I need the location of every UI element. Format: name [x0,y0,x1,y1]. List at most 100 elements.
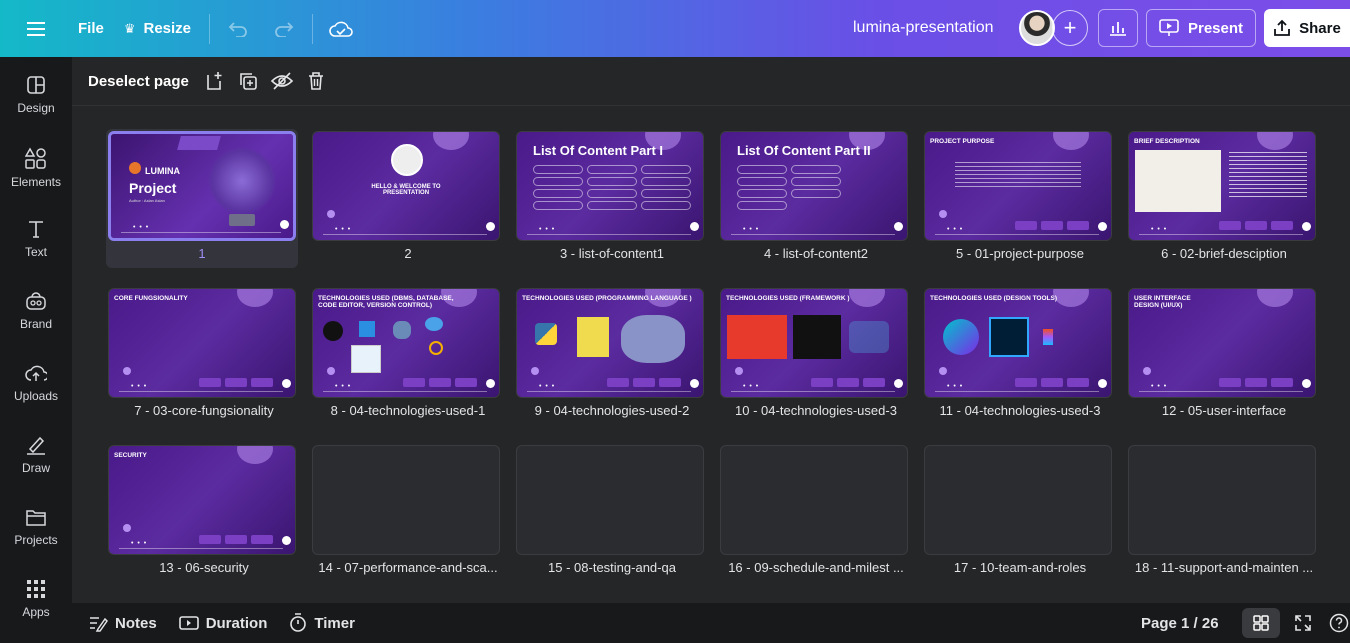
page-label[interactable]: 13 - 06-security [108,560,300,575]
slide-blob [1257,132,1293,150]
page-thumbnail[interactable]: SECURITY • • • [108,445,296,555]
codeigniter-logo-icon [793,315,841,359]
page-thumbnail[interactable]: LUMINA Project Author : Aslan Aslan • • … [108,131,296,241]
page-thumbnail[interactable]: HELLO & WELCOME TO PRESENTATION • • • [312,131,500,241]
slide-circle [1143,367,1151,375]
page-label[interactable]: 4 - list-of-content2 [720,246,912,261]
page-indicator[interactable]: Page 1 / 26 [1141,615,1219,632]
page-label[interactable]: 7 - 03-core-fungsionality [108,403,300,418]
laravel-logo-icon [727,315,787,359]
redo-icon[interactable] [264,9,304,49]
slide-nav-buttons [811,378,885,387]
slide-title: CORE FUNGSIONALITY [114,295,188,302]
page-thumbnail[interactable]: CORE FUNGSIONALITY • • • [108,288,296,398]
notes-button[interactable]: Notes [88,614,157,632]
page-label[interactable]: 12 - 05-user-interface [1128,403,1320,418]
page-thumbnail[interactable]: TECHNOLOGIES USED (FRAMEWORK ) • • • [720,288,908,398]
page-thumbnail[interactable]: PROJECT PURPOSE • • • [924,131,1112,241]
page-label[interactable]: 10 - 04-technologies-used-3 [720,403,912,418]
timer-button[interactable]: Timer [289,613,355,633]
page-label[interactable]: 2 [312,246,504,261]
page-label[interactable]: 8 - 04-technologies-used-1 [312,403,504,418]
duration-button[interactable]: Duration [178,615,267,632]
page-thumbnail-empty[interactable] [516,445,704,555]
sidebar-item-design[interactable]: Design [0,75,72,135]
help-icon[interactable] [1328,612,1350,634]
page-thumbnail-empty[interactable] [720,445,908,555]
slide-circle [327,210,335,218]
document-title[interactable]: lumina-presentation [853,19,994,37]
page-thumbnail-empty[interactable] [312,445,500,555]
page-label[interactable]: 18 - 11-support-and-mainten ... [1128,560,1320,575]
slide-line [1139,391,1303,392]
page-label[interactable]: 14 - 07-performance-and-sca... [312,560,504,575]
slide-nav-buttons [1219,378,1293,387]
page-label[interactable]: 17 - 10-team-and-roles [924,560,1116,575]
fullscreen-icon[interactable] [1292,612,1314,634]
duplicate-page-icon[interactable] [231,64,265,98]
slide-title: USER INTERFACE DESIGN (UI/UX) [1134,295,1191,310]
delete-page-icon[interactable] [299,64,333,98]
canva-logo-icon [943,319,979,355]
sidebar-item-draw[interactable]: Draw [0,435,72,495]
page-label[interactable]: 9 - 04-technologies-used-2 [516,403,708,418]
cloud-saved-icon[interactable] [321,9,361,49]
resize-button[interactable]: ♛ Resize [114,9,201,49]
page-label[interactable]: 5 - 01-project-purpose [924,246,1116,261]
slide-circle [123,524,131,532]
page-label[interactable]: 3 - list-of-content1 [516,246,708,261]
page-thumbnail[interactable]: USER INTERFACE DESIGN (UI/UX) • • • [1128,288,1316,398]
page-thumbnail[interactable]: BRIEF DESCRIPTION • • • [1128,131,1316,241]
page-label[interactable]: 11 - 04-technologies-used-3 [924,403,1116,418]
timer-label: Timer [314,614,355,632]
sidebar-item-elements[interactable]: Elements [0,147,72,207]
slide-title: TECHNOLOGIES USED (PROGRAMMING LANGUAGE … [522,295,692,302]
page-label[interactable]: 1 [106,246,298,261]
presenter-photo [391,144,423,176]
page-thumbnail[interactable]: List Of Content Part I • • • [516,131,704,241]
file-menu-button[interactable]: File [68,9,114,49]
bulb-base [229,214,255,226]
grid-view-icon[interactable] [1242,608,1280,638]
page-label[interactable]: 16 - 09-schedule-and-milest ... [720,560,912,575]
slide-dots: • • • [131,540,148,547]
sidebar-item-apps[interactable]: Apps [0,579,72,639]
top-toolbar: File ♛ Resize lumina-presentation + Pres… [0,0,1350,57]
undo-icon[interactable] [218,9,258,49]
slide-fab [1302,379,1311,388]
notes-icon [90,617,108,632]
user-avatar[interactable] [1019,10,1055,46]
slide-nav-buttons [1015,221,1089,230]
page-label[interactable]: 6 - 02-brief-desciption [1128,246,1320,261]
deselect-page-button[interactable]: Deselect page [88,73,189,90]
slide-line [323,391,487,392]
add-page-icon[interactable] [197,64,231,98]
sidebar-label: Projects [14,533,58,547]
sidebar-item-brand[interactable]: Brand [0,291,72,351]
sidebar-item-projects[interactable]: Projects [0,507,72,567]
sidebar-item-text[interactable]: Text [0,219,72,279]
slide-dots: • • • [947,226,964,233]
page-thumbnail-empty[interactable] [924,445,1112,555]
share-button[interactable]: Share [1264,9,1350,47]
sidebar-item-uploads[interactable]: Uploads [0,363,72,423]
page-thumbnail[interactable]: List Of Content Part II • • • [720,131,908,241]
sidebar-label: Uploads [13,389,59,403]
page-thumbnail[interactable]: TECHNOLOGIES USED (DESIGN TOOLS) • • • [924,288,1112,398]
add-collaborator-icon[interactable]: + [1052,10,1088,46]
insights-icon[interactable] [1098,9,1138,47]
slide-line [527,234,691,235]
menu-icon[interactable] [16,9,56,49]
page-label[interactable]: 15 - 08-testing-and-qa [516,560,708,575]
page-thumbnail-empty[interactable] [1128,445,1316,555]
slide-fab [486,379,495,388]
slide-body-text [955,162,1081,188]
slide-fab [1098,222,1107,231]
page-thumbnail[interactable]: TECHNOLOGIES USED (DBMS, DATABASE, CODE … [312,288,500,398]
page-thumbnail[interactable]: TECHNOLOGIES USED (PROGRAMMING LANGUAGE … [516,288,704,398]
sidebar-label: Brand [19,317,53,331]
slide-line [1139,234,1303,235]
slide-blob [1257,289,1293,307]
present-button[interactable]: Present [1146,9,1256,47]
hide-page-icon[interactable] [265,64,299,98]
